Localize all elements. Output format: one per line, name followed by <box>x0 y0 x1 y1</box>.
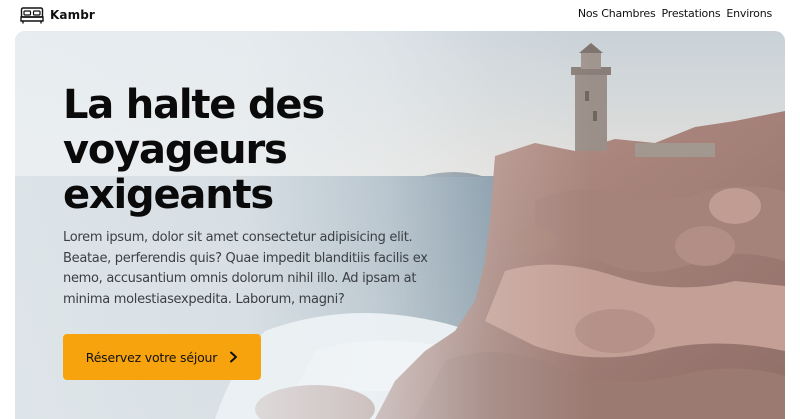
hero-section: La halte des voyageurs exigeants Lorem i… <box>15 31 785 419</box>
bed-icon <box>20 7 44 24</box>
nav-link-chambres[interactable]: Nos Chambres <box>578 7 656 20</box>
chevron-right-icon <box>230 351 238 363</box>
site-header: Kambr Nos Chambres Prestations Environs <box>0 0 800 30</box>
hero-description: Lorem ipsum, dolor sit amet consectetur … <box>63 230 428 307</box>
nav-link-prestations[interactable]: Prestations <box>662 7 721 20</box>
book-stay-button-label: Réservez votre séjour <box>85 349 218 365</box>
book-stay-button[interactable]: Réservez votre séjour <box>63 334 261 380</box>
brand-name: Kambr <box>50 8 95 22</box>
hero-title: La halte des voyageurs exigeants <box>63 82 325 218</box>
nav-link-environs[interactable]: Environs <box>726 7 772 20</box>
brand-logo-link[interactable]: Kambr <box>20 6 95 24</box>
main-nav: Nos Chambres Prestations Environs <box>578 7 772 20</box>
